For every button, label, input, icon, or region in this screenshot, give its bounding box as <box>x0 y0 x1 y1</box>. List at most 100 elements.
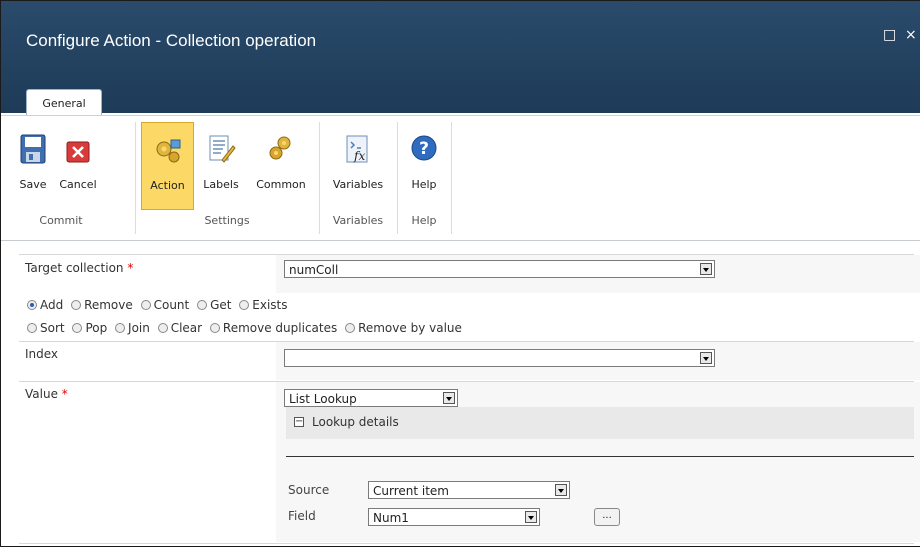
value-label-text: Value <box>25 387 58 401</box>
gears-icon <box>269 136 291 160</box>
collapse-icon[interactable]: − <box>294 417 304 427</box>
action-button[interactable]: Action <box>141 122 194 210</box>
radio-exists-label: Exists <box>252 298 288 312</box>
index-select[interactable] <box>284 349 715 367</box>
variables-label: Variables <box>332 178 384 191</box>
radio-icon <box>140 300 151 310</box>
radio-remove[interactable]: Remove <box>71 298 133 312</box>
field-picker-button[interactable]: ... <box>594 508 620 526</box>
chevron-down-icon[interactable] <box>525 511 537 523</box>
group-commit-label: Commit <box>39 214 83 227</box>
radio-icon <box>197 300 208 310</box>
value-type-select[interactable]: List Lookup <box>284 389 458 407</box>
save-icon <box>20 134 46 164</box>
svg-text:fx: fx <box>353 149 365 163</box>
radio-clear[interactable]: Clear <box>157 321 203 335</box>
ribbon-separator <box>319 122 320 234</box>
radio-pop-label: Pop <box>85 321 108 335</box>
variables-button[interactable]: fx Variables <box>325 120 391 210</box>
ribbon-separator <box>397 122 398 234</box>
radio-get-label: Get <box>210 298 232 312</box>
radio-sort-label: Sort <box>40 321 65 335</box>
target-collection-select[interactable]: numColl <box>284 260 715 278</box>
radio-icon <box>239 300 250 310</box>
index-label: Index <box>25 347 59 361</box>
title-bar: Configure Action - Collection operation … <box>1 1 920 116</box>
ribbon-separator <box>451 122 452 234</box>
radio-count[interactable]: Count <box>140 298 190 312</box>
field-value: Num1 <box>373 511 409 525</box>
radio-join-label: Join <box>128 321 150 335</box>
help-label: Help <box>411 178 437 191</box>
cancel-icon <box>66 141 90 163</box>
labels-icon <box>209 135 236 163</box>
help-icon: ? <box>411 135 437 161</box>
common-button[interactable]: Common <box>251 120 311 210</box>
gears-icon <box>156 139 180 163</box>
group-help-label: Help <box>411 214 437 227</box>
radio-remove-duplicates[interactable]: Remove duplicates <box>209 321 338 335</box>
radio-remove-by-value-label: Remove by value <box>358 321 462 335</box>
lookup-details-title: Lookup details <box>312 415 399 429</box>
radio-remove-duplicates-label: Remove duplicates <box>222 321 338 335</box>
target-collection-value: numColl <box>289 263 339 277</box>
close-icon[interactable]: × <box>905 27 917 43</box>
labels-label: Labels <box>203 178 239 191</box>
chevron-down-icon[interactable] <box>700 352 712 364</box>
radio-icon <box>27 323 37 333</box>
labels-button[interactable]: Labels <box>197 120 245 210</box>
dialog-title: Configure Action - Collection operation <box>26 31 317 50</box>
chevron-down-icon[interactable] <box>700 263 712 275</box>
radio-icon <box>209 323 220 333</box>
chevron-down-icon[interactable] <box>555 484 567 496</box>
operation-radio-row-2: Sort Pop Join Clear Remove duplicates Re… <box>27 321 466 335</box>
operation-radio-row-1: Add Remove Count Get Exists <box>27 298 292 312</box>
help-button[interactable]: ? Help <box>403 120 445 210</box>
radio-join[interactable]: Join <box>115 321 150 335</box>
radio-icon <box>157 323 168 333</box>
action-label: Action <box>150 179 185 192</box>
lookup-divider <box>286 456 914 457</box>
group-settings-label: Settings <box>204 214 250 227</box>
field-select[interactable]: Num1 <box>368 508 540 526</box>
save-button[interactable]: Save <box>15 120 51 210</box>
row-divider <box>19 543 914 544</box>
target-collection-label-text: Target collection <box>25 261 124 275</box>
chevron-down-icon[interactable] <box>443 392 455 404</box>
field-label: Field <box>288 509 316 523</box>
radio-icon <box>71 300 82 310</box>
value-type-value: List Lookup <box>289 392 357 406</box>
common-label: Common <box>256 178 306 191</box>
radio-add-label: Add <box>40 298 64 312</box>
lookup-details-header[interactable]: − Lookup details <box>286 407 914 439</box>
radio-icon <box>115 323 126 333</box>
svg-text:?: ? <box>419 139 429 159</box>
cancel-button[interactable]: Cancel <box>55 120 101 210</box>
save-label: Save <box>19 178 47 191</box>
group-variables-label: Variables <box>332 214 384 227</box>
radio-count-label: Count <box>153 298 190 312</box>
required-mark: * <box>127 261 134 275</box>
radio-icon <box>72 323 83 333</box>
radio-selected-icon <box>27 300 37 310</box>
form-body: Target collection * numColl Add Remove C… <box>1 242 920 546</box>
radio-exists[interactable]: Exists <box>239 298 288 312</box>
radio-add[interactable]: Add <box>27 298 63 312</box>
target-collection-label: Target collection * <box>25 261 133 275</box>
ribbon-separator <box>135 122 136 234</box>
cancel-label: Cancel <box>59 178 97 191</box>
ribbon: Save Cancel Commit Action Labels Common … <box>1 115 920 241</box>
source-select[interactable]: Current item <box>368 481 570 499</box>
tab-general[interactable]: General <box>26 89 102 116</box>
required-mark: * <box>61 387 68 401</box>
source-value: Current item <box>373 484 449 498</box>
radio-pop[interactable]: Pop <box>72 321 107 335</box>
radio-remove-by-value[interactable]: Remove by value <box>345 321 462 335</box>
radio-get[interactable]: Get <box>197 298 231 312</box>
radio-clear-label: Clear <box>170 321 203 335</box>
restore-icon[interactable]: □ <box>883 27 896 43</box>
radio-icon <box>345 323 356 333</box>
radio-sort[interactable]: Sort <box>27 321 65 335</box>
value-label: Value * <box>25 387 68 401</box>
radio-remove-label: Remove <box>84 298 133 312</box>
